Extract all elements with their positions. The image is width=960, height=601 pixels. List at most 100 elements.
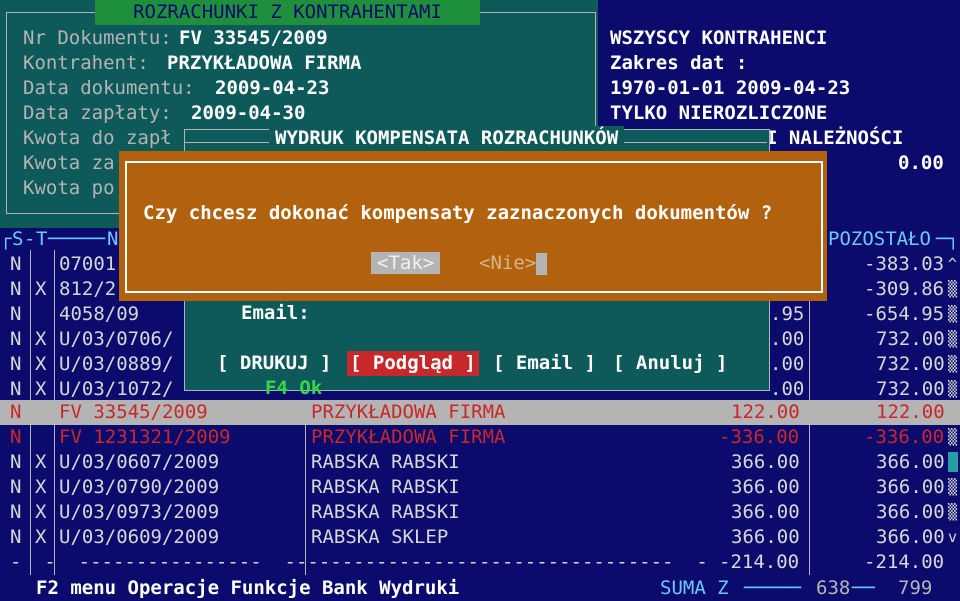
scroll-thumb-icon[interactable] [948, 452, 958, 472]
row-status: N [10, 353, 22, 375]
scroll-track[interactable]: ▒ [948, 277, 960, 302]
row-amount: .00 [770, 328, 805, 350]
filter-date-range: 1970-01-01 2009-04-23 [610, 77, 851, 99]
row-doc-number: U/03/0609/2009 [59, 526, 220, 548]
row-remaining: 732.00 [876, 353, 945, 375]
row-doc-number: FV 1231321/2009 [59, 426, 231, 448]
row-status: N [10, 378, 22, 400]
row-status: N [10, 451, 22, 473]
filter-contractors: WSZYSCY KONTRAHENCI [610, 27, 828, 49]
row-doc-number: U/03/0790/2009 [59, 476, 220, 498]
payment-date-label: Data zapłaty: [23, 102, 172, 124]
amount-due-label: Kwota do zapł [23, 127, 172, 149]
contractor-label: Kontrahent: [23, 52, 149, 74]
scroll-track[interactable]: ▒ [948, 425, 960, 450]
header-t: T [36, 228, 48, 250]
email-label: Email: [241, 302, 310, 324]
no-button[interactable]: <Nie> [479, 251, 548, 276]
header-dashes: ───── [48, 228, 106, 250]
row-amount: .00 [770, 353, 805, 375]
row-amount: 366.00 [731, 501, 800, 523]
row-remaining: 732.00 [876, 378, 945, 400]
filter-amount: 0.00 [898, 152, 944, 174]
row-remaining: -309.86 [864, 278, 945, 300]
scroll-track[interactable]: ▒ [948, 302, 960, 327]
doc-date-value: 2009-04-23 [215, 77, 330, 99]
row-status: N [10, 278, 22, 300]
header-corner: ┌ [0, 228, 12, 250]
sum-count-2: 799 [898, 577, 933, 599]
row-remaining: -336.00 [864, 426, 945, 448]
cancel-button[interactable]: [ Anuluj ] [613, 351, 727, 376]
row-type: X [35, 451, 47, 473]
header-s: S [12, 228, 24, 250]
row-contractor: RABSKA RABSKI [311, 476, 460, 498]
scroll-track[interactable]: ▒ [948, 475, 960, 500]
sum-count-1: 638 [816, 577, 851, 599]
row-remaining: -654.95 [864, 303, 945, 325]
filter-receivables: I NALEŻNOŚCI [766, 127, 904, 149]
row-doc-number: U/03/0973/2009 [59, 501, 220, 523]
header-pozostalo: POZOSTAŁO [828, 228, 931, 250]
doc-date-label: Data dokumentu: [23, 77, 195, 99]
row-status: N [10, 501, 22, 523]
scroll-track[interactable]: ▒ [948, 500, 960, 525]
yes-button-label: <Tak> [371, 252, 441, 274]
row-doc-number: 812/2 [59, 278, 117, 300]
sum-dashes: ───── [744, 577, 802, 599]
row-contractor: RABSKA SKLEP [311, 526, 449, 548]
row-type: X [35, 526, 47, 548]
filter-unsettled: TYLKO NIEROZLICZONE [610, 102, 828, 124]
text-cursor [536, 252, 548, 275]
total-remaining: -214.00 [864, 551, 945, 573]
doc-number-label: Nr Dokumentu: [23, 27, 172, 49]
amount-rest-label: Kwota po [23, 177, 115, 199]
amount-paid-label: Kwota za [23, 152, 115, 174]
function-key-menu[interactable]: F2 menu Operacje Funkcje Bank Wydruki [36, 576, 459, 601]
print-dialog-title: WYDRUK KOMPENSATA ROZRACHUNKÓW [269, 126, 625, 151]
row-status: N [10, 328, 22, 350]
row-type: X [35, 378, 47, 400]
row-remaining: 366.00 [876, 526, 945, 548]
row-doc-number: 4058/09 [59, 303, 140, 325]
payment-date-value: 2009-04-30 [191, 102, 306, 124]
confirm-dialog-frame [125, 161, 823, 293]
row-status: N [10, 401, 22, 423]
doc-number-value: FV 33545/2009 [179, 27, 328, 49]
scroll-track[interactable]: ▒ [948, 327, 960, 352]
yes-button[interactable]: <Tak> [371, 251, 441, 276]
row-type: X [35, 353, 47, 375]
row-remaining: 366.00 [876, 476, 945, 498]
row-type: X [35, 476, 47, 498]
row-amount: 122.00 [731, 401, 800, 423]
grid-line [305, 400, 306, 575]
row-remaining: 366.00 [876, 451, 945, 473]
header-n: N [107, 228, 119, 250]
row-status: N [10, 526, 22, 548]
row-remaining: -383.03 [864, 253, 945, 275]
scroll-track[interactable]: ▒ [948, 377, 960, 402]
scroll-track[interactable]: ▒ [948, 352, 960, 377]
scroll-down-arrow-icon[interactable]: v [948, 525, 960, 550]
row-remaining: 122.00 [876, 401, 945, 423]
print-button[interactable]: [ DRUKUJ ] [217, 351, 331, 376]
preview-button[interactable]: [ Podgląd ] [347, 351, 479, 376]
row-amount: 366.00 [731, 476, 800, 498]
row-status: N [10, 303, 22, 325]
row-amount: .00 [770, 378, 805, 400]
contractor-value: PRZYKŁADOWA FIRMA [167, 52, 362, 74]
row-contractor: RABSKA RABSKI [311, 451, 460, 473]
row-amount: -336.00 [719, 426, 800, 448]
row-doc-number: U/03/0607/2009 [59, 451, 220, 473]
row-amount: 366.00 [731, 526, 800, 548]
f4-ok-hint: F4 Ok [265, 377, 323, 399]
scroll-up-arrow-icon[interactable]: ^ [948, 252, 960, 277]
row-doc-number: 07001 [59, 253, 117, 275]
row-doc-number: U/03/1072/ [59, 378, 174, 400]
row-contractor: PRZYKŁADOWA FIRMA [311, 401, 506, 423]
sum-label: SUMA Z [660, 577, 729, 599]
row-contractor: PRZYKŁADOWA FIRMA [311, 426, 506, 448]
email-button[interactable]: [ Email ] [493, 351, 596, 376]
row-doc-number: U/03/0706/ [59, 328, 174, 350]
row-type: X [35, 328, 47, 350]
